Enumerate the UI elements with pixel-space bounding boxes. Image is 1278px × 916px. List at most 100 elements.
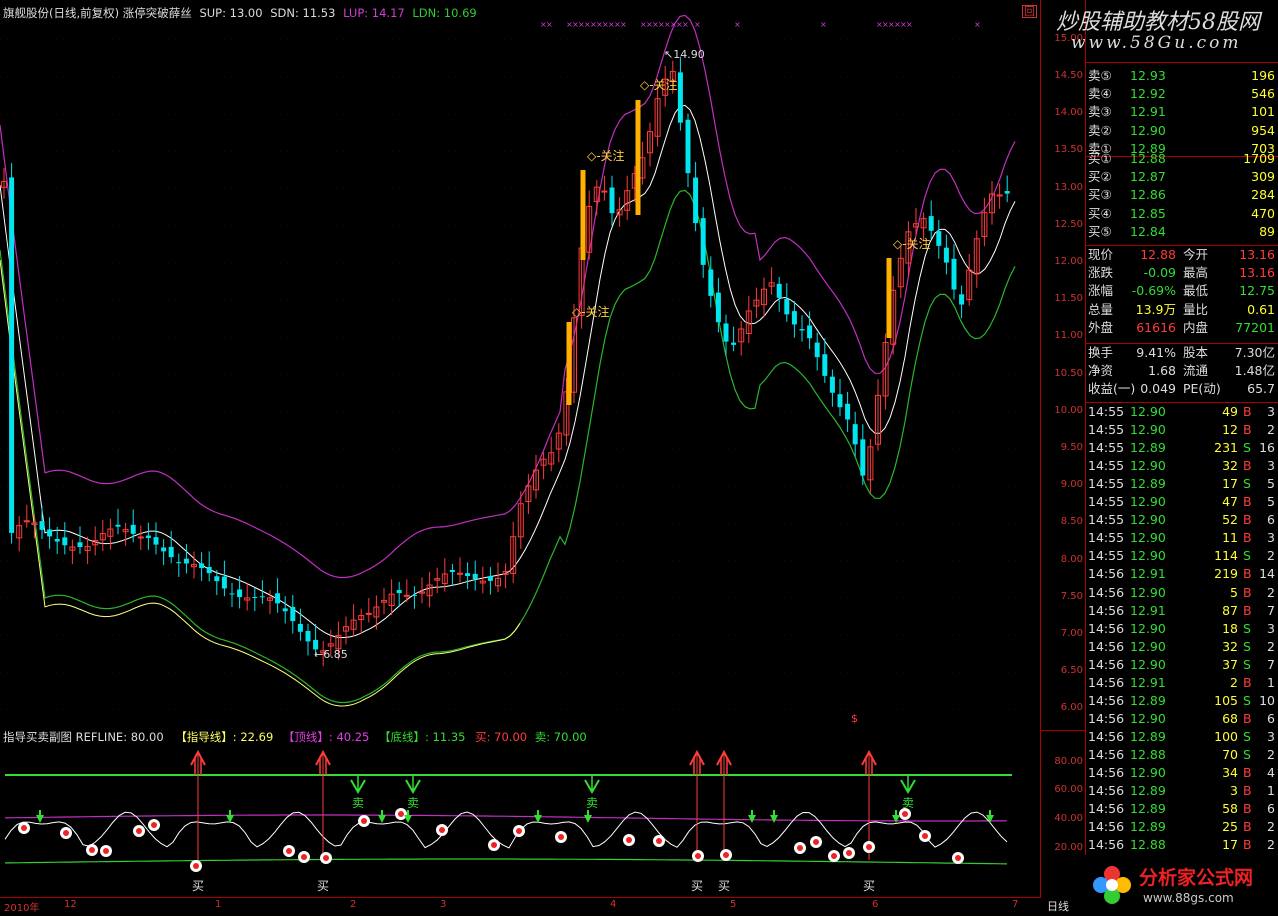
candle [176, 553, 182, 577]
88gs-logo-url: www.88gs.com [1143, 891, 1234, 905]
tick-volume: 34 [1222, 765, 1238, 780]
bid-label: 买③ [1088, 187, 1112, 203]
candle [829, 369, 835, 407]
tick-price: 12.90 [1130, 422, 1166, 438]
bid-volume: 470 [1251, 205, 1275, 221]
buy-point-marker [190, 860, 202, 872]
buy-point-icon [63, 830, 69, 836]
tick-time: 14:56 [1088, 692, 1125, 708]
tick-row: 14:56 12.90 68 B 6 [1086, 710, 1278, 728]
flower-logo-icon [1093, 866, 1131, 904]
candle [282, 596, 288, 624]
candle [761, 277, 767, 318]
quote-label: 今开 [1183, 247, 1209, 262]
buy-point-marker [320, 852, 332, 864]
tick-row: 14:55 12.90 11 B 3 [1086, 529, 1278, 547]
tick-price: 12.91 [1130, 602, 1166, 618]
tick-price: 12.89 [1130, 783, 1166, 799]
candle [776, 276, 782, 312]
subchart-title: 指导买卖副图 REFLINE: 80.00 [3, 730, 164, 744]
date-tick: 5 [730, 899, 737, 910]
bid-volume: 309 [1251, 169, 1275, 185]
tick-row: 14:56 12.89 58 B 6 [1086, 800, 1278, 818]
quote-value: -0.69% [1131, 283, 1176, 299]
tick-price: 12.89 [1130, 476, 1166, 492]
candle [973, 230, 980, 288]
candlestick-chart[interactable]: ◇-关注◇-关注◇-关注◇-关注↖14.90←6.85$× × × × × × × × × × × ×… [0, 0, 1040, 730]
candle [913, 207, 919, 235]
candle [768, 267, 775, 295]
tick-row: 14:56 12.89 100 S 3 [1086, 728, 1278, 746]
date-tick: 2 [350, 899, 357, 910]
sell-signal: 卖 [584, 775, 600, 810]
quote-label: 涨幅 [1088, 283, 1114, 299]
price-tick: 14.00 [1054, 107, 1083, 119]
stat-label: PE(动) [1183, 381, 1221, 397]
buy-point-icon [902, 811, 908, 817]
price-tick: 12.00 [1054, 256, 1083, 267]
candle [252, 587, 258, 612]
close-chart-icon[interactable]: 回 [1022, 5, 1037, 18]
candle [84, 536, 91, 565]
tick-side: B [1243, 566, 1252, 582]
candle-body [928, 216, 934, 231]
tick-count: 6 [1267, 512, 1275, 528]
tick-price: 12.89 [1130, 728, 1166, 744]
buy-point-icon [866, 844, 872, 850]
guide-line-label: 【指导线】: 22.69 [175, 730, 274, 744]
tick-side: B [1243, 602, 1252, 618]
buy-point-icon [323, 855, 329, 861]
signal-marker: × [620, 20, 627, 29]
buy-signal-label: 买 [718, 879, 730, 893]
ask-label: 卖⑤ [1088, 68, 1112, 83]
quote-row: 总量 13.9万 量比 0.61 [1086, 301, 1278, 319]
lup-label: LUP: 14.17 [343, 6, 405, 20]
signal-marker: × [906, 20, 913, 29]
candle [533, 454, 539, 499]
stat-label: 收益(一) [1088, 381, 1136, 397]
tick-time: 14:56 [1088, 674, 1125, 690]
stat-label: 换手 [1088, 345, 1114, 360]
candle [122, 522, 129, 546]
date-tick: 12 [64, 899, 77, 910]
candle-body [252, 596, 258, 598]
candle [753, 287, 760, 318]
tick-row: 14:56 12.89 105 S 10 [1086, 692, 1278, 710]
buy-point-icon [491, 842, 497, 848]
subchart-tick: 20.00 [1054, 842, 1083, 853]
tick-count: 5 [1267, 476, 1275, 492]
indicator-subchart[interactable]: 买 买 买 买 买 卖 卖 卖 卖 [0, 730, 1040, 897]
bottom-line-label: 【底线】: 11.35 [379, 730, 466, 744]
period-label[interactable]: 日线 [1047, 898, 1069, 914]
quote-label: 总量 [1088, 301, 1114, 317]
tick-count: 2 [1267, 819, 1275, 835]
quote-value: 77201 [1235, 319, 1275, 335]
candle [981, 197, 988, 247]
signal-marker: × [682, 20, 689, 29]
candle-body [214, 576, 220, 582]
tick-time: 14:56 [1088, 638, 1125, 654]
price-tick: 8.00 [1060, 553, 1083, 565]
tick-side: B [1243, 530, 1252, 546]
tick-volume: 100 [1214, 728, 1238, 744]
candle-body [396, 590, 402, 594]
stock-title: 旗舰股份(日线,前复权) 涨停突破薛丝 [3, 6, 192, 20]
buy-level-label: 买: 70.00 [475, 730, 528, 744]
bid-row: 买② 12.87 309 [1086, 168, 1278, 186]
candle [115, 508, 121, 535]
buy-point-marker [843, 847, 855, 859]
candle [943, 234, 949, 275]
subchart-tick: 40.00 [1054, 813, 1083, 824]
buy-point-icon [922, 833, 928, 839]
candle [989, 181, 995, 225]
tick-price: 12.90 [1130, 620, 1166, 636]
attention-label: ◇-关注 [893, 236, 931, 251]
quote-value: -0.09 [1143, 265, 1176, 281]
candle-body [206, 566, 212, 574]
tick-side: B [1243, 674, 1252, 690]
candle [799, 315, 805, 342]
ask-row: 卖⑤ 12.93 196 [1086, 67, 1278, 85]
tick-time: 14:55 [1088, 548, 1125, 564]
candle-body [799, 329, 805, 331]
ask-row: 卖② 12.90 954 [1086, 122, 1278, 140]
